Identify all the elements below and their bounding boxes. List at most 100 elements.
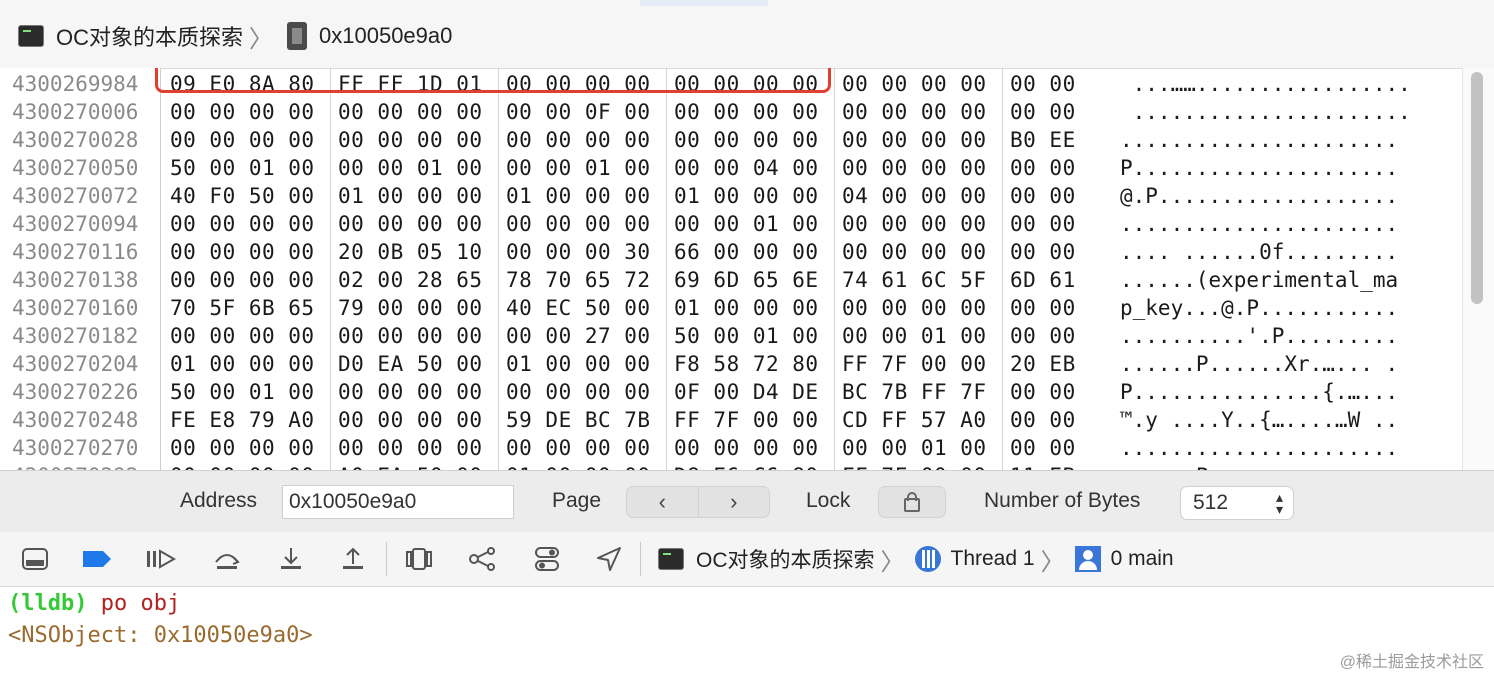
hex-byte-group[interactable]: 00 00 00 00 (674, 434, 819, 462)
bytes-select[interactable]: 512 ▴ ▾ (1180, 486, 1294, 520)
page-next-button[interactable]: › (697, 487, 770, 517)
debug-thread[interactable]: Thread 1 (951, 547, 1035, 571)
hex-byte-group[interactable]: 00 00 00 00 (170, 210, 315, 238)
hex-byte-group[interactable]: 00 00 00 00 (170, 462, 315, 470)
hex-byte-group[interactable]: 01 00 00 00 (674, 294, 819, 322)
hex-byte-group[interactable]: 00 00 01 00 (842, 434, 987, 462)
lldb-console[interactable]: (lldb) po obj <NSObject: 0x10050e9a0> @稀… (0, 587, 1494, 682)
hex-byte-group[interactable]: 20 0B 05 10 (338, 238, 483, 266)
hex-byte-group[interactable]: 00 00 00 00 (506, 378, 651, 406)
hex-byte-group[interactable]: 00 00 00 00 (842, 70, 987, 98)
hex-byte-group[interactable]: 00 00 00 00 (842, 98, 987, 126)
hex-byte-group[interactable]: 20 EB (1010, 350, 1076, 378)
hex-byte-group[interactable]: 00 00 00 00 (842, 238, 987, 266)
hex-byte-group[interactable]: 01 00 00 00 (506, 462, 651, 470)
hex-byte-group[interactable]: 00 00 00 00 (506, 210, 651, 238)
hex-byte-group[interactable]: 50 00 01 00 (170, 154, 315, 182)
hex-byte-group[interactable]: 00 00 00 00 (338, 322, 483, 350)
hex-byte-group[interactable]: 01 00 00 00 (674, 182, 819, 210)
hex-byte-group[interactable]: 74 61 6C 5F (842, 266, 987, 294)
hex-byte-group[interactable]: 00 00 (1010, 294, 1076, 322)
hex-byte-group[interactable]: 00 00 00 00 (338, 406, 483, 434)
debug-frame[interactable]: 0 main (1111, 547, 1174, 571)
hex-byte-group[interactable]: 00 00 (1010, 378, 1076, 406)
debug-project[interactable]: OC对象的本质探索 (696, 544, 875, 574)
hex-byte-group[interactable]: B0 EE (1010, 126, 1076, 154)
hex-byte-group[interactable]: 6D 61 (1010, 266, 1076, 294)
ascii-text[interactable]: P (1120, 462, 1209, 470)
simulate-location-icon[interactable] (594, 546, 624, 572)
hex-byte-group[interactable]: 01 00 00 00 (170, 350, 315, 378)
hex-byte-group[interactable]: 00 00 01 00 (506, 154, 651, 182)
hex-byte-group[interactable]: 0F 00 D4 DE (674, 378, 819, 406)
view-debugger-icon[interactable] (404, 546, 434, 572)
hex-byte-group[interactable]: FE E8 79 A0 (170, 406, 315, 434)
ascii-text[interactable]: ......P......Xr.…... . (1120, 350, 1398, 378)
breadcrumb-project[interactable]: OC对象的本质探索 (56, 20, 243, 52)
ascii-text[interactable]: ..........'.P......... (1120, 322, 1398, 350)
ascii-text[interactable]: ...................... (1120, 210, 1398, 238)
hex-byte-group[interactable]: 00 00 00 00 (170, 266, 315, 294)
ascii-text[interactable]: ...................... (1120, 126, 1398, 154)
hex-byte-group[interactable]: 00 00 (1010, 182, 1076, 210)
ascii-text[interactable]: .... ......0f......... (1120, 238, 1398, 266)
memory-graph-icon[interactable] (468, 546, 498, 572)
hex-byte-group[interactable]: FF 7F 00 00 (842, 462, 987, 470)
hex-byte-group[interactable]: 02 00 28 65 (338, 266, 483, 294)
ascii-text[interactable]: ...……................. (1120, 70, 1411, 98)
ascii-text[interactable]: ......(experimental_ma (1120, 266, 1398, 294)
hex-byte-group[interactable]: 00 00 27 00 (506, 322, 651, 350)
hex-byte-group[interactable]: FF 7F 00 00 (674, 406, 819, 434)
step-out-icon[interactable] (338, 546, 368, 572)
hex-byte-group[interactable]: 00 00 00 30 (506, 238, 651, 266)
page-prev-button[interactable]: ‹ (627, 487, 698, 517)
hex-byte-group[interactable]: 66 00 00 00 (674, 238, 819, 266)
breadcrumb-address[interactable]: 0x10050e9a0 (319, 23, 452, 49)
hide-debug-area-icon[interactable] (20, 546, 50, 572)
hex-byte-group[interactable]: 00 00 00 00 (842, 210, 987, 238)
hex-byte-group[interactable]: 50 00 01 00 (674, 322, 819, 350)
hex-byte-group[interactable]: 00 00 (1010, 406, 1076, 434)
address-field[interactable]: 0x10050e9a0 (282, 485, 514, 519)
hex-byte-group[interactable]: CD FF 57 A0 (842, 406, 987, 434)
lock-button[interactable] (878, 486, 946, 518)
hex-byte-group[interactable]: 59 DE BC 7B (506, 406, 651, 434)
ascii-text[interactable]: ...................... (1120, 434, 1398, 462)
hex-byte-group[interactable]: 01 00 00 00 (338, 182, 483, 210)
hex-byte-group[interactable]: 00 00 00 00 (338, 210, 483, 238)
hex-byte-group[interactable]: 00 00 00 00 (170, 322, 315, 350)
hex-byte-group[interactable]: 00 00 (1010, 238, 1076, 266)
hex-byte-group[interactable]: 40 F0 50 00 (170, 182, 315, 210)
hex-byte-group[interactable]: 00 00 04 00 (674, 154, 819, 182)
environment-overrides-icon[interactable] (532, 546, 562, 572)
hex-byte-group[interactable]: D0 EA 50 00 (338, 350, 483, 378)
hex-byte-group[interactable]: 70 5F 6B 65 (170, 294, 315, 322)
hex-byte-group[interactable]: 01 00 00 00 (506, 350, 651, 378)
step-into-icon[interactable] (276, 546, 306, 572)
hex-byte-group[interactable]: 69 6D 65 6E (674, 266, 819, 294)
ascii-text[interactable]: ...................... (1120, 98, 1411, 126)
hex-byte-group[interactable]: 00 00 00 00 (506, 434, 651, 462)
hex-byte-group[interactable]: 00 00 (1010, 154, 1076, 182)
hex-byte-group[interactable]: 01 00 00 00 (506, 182, 651, 210)
hex-byte-group[interactable]: FF 7F 00 00 (842, 350, 987, 378)
hex-byte-group[interactable]: 40 EC 50 00 (506, 294, 651, 322)
hex-byte-group[interactable]: 00 00 (1010, 210, 1076, 238)
hex-byte-group[interactable]: 00 00 00 00 (338, 98, 483, 126)
hex-byte-group[interactable]: 00 00 01 00 (674, 210, 819, 238)
hex-byte-group[interactable]: 00 00 00 00 (842, 154, 987, 182)
hex-byte-group[interactable]: 78 70 65 72 (506, 266, 651, 294)
hex-byte-group[interactable]: 00 00 (1010, 434, 1076, 462)
hex-byte-group[interactable]: 00 00 00 00 (842, 294, 987, 322)
hex-byte-group[interactable]: 00 00 00 00 (842, 126, 987, 154)
hex-byte-group[interactable]: A0 EA 50 00 (338, 462, 483, 470)
hex-byte-group[interactable]: 11 EB (1010, 462, 1076, 470)
ascii-text[interactable]: P..................... (1120, 154, 1398, 182)
hex-byte-group[interactable]: 00 00 01 00 (842, 322, 987, 350)
hex-byte-group[interactable]: F8 58 72 80 (674, 350, 819, 378)
hex-byte-group[interactable]: 00 00 00 00 (506, 126, 651, 154)
hex-byte-group[interactable]: 00 00 00 00 (170, 238, 315, 266)
hex-byte-group[interactable]: 00 00 00 00 (338, 126, 483, 154)
ascii-text[interactable]: P...............{.…... (1120, 378, 1398, 406)
hex-byte-group[interactable]: 50 00 01 00 (170, 378, 315, 406)
